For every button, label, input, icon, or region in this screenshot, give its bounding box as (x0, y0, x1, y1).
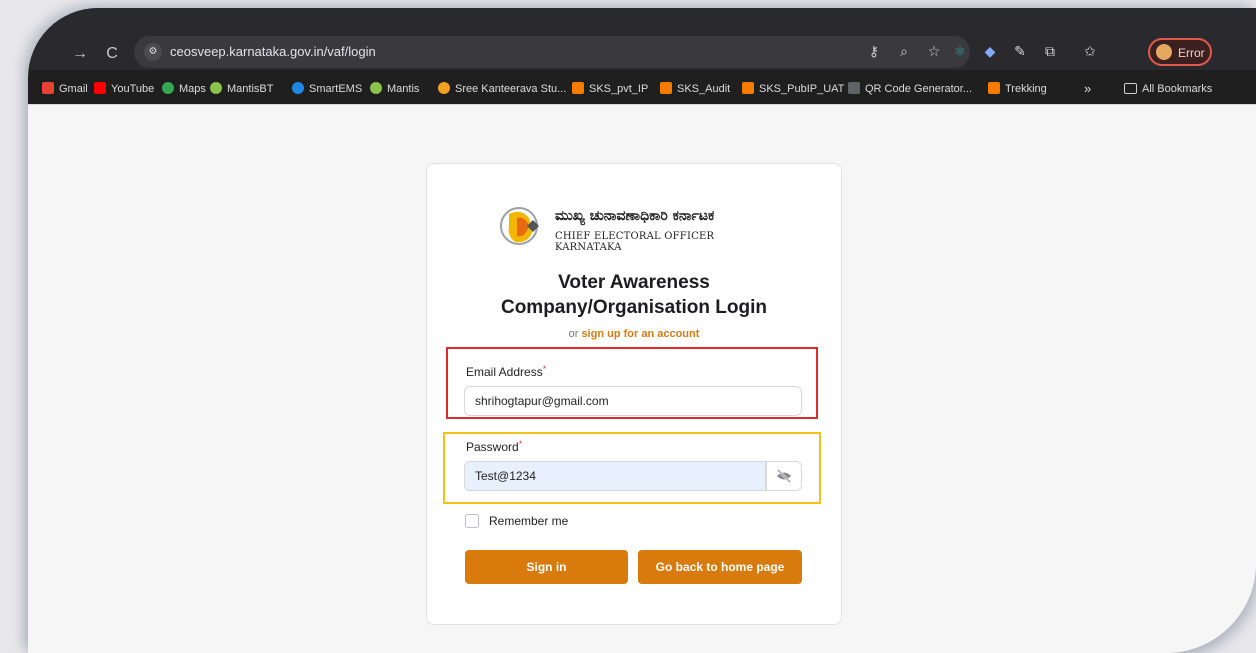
extension-react-icon[interactable]: ⚛ (950, 42, 970, 62)
login-card: ಮುಖ್ಯ ಚುನಾವಣಾಧಿಕಾರಿ ಕರ್ನಾಟಕ CHIEF ELECTO… (426, 163, 842, 625)
bookmark-label: SmartEMS (309, 83, 363, 95)
signup-line: or sign up for an account (427, 328, 841, 340)
qr-code-icon (848, 82, 860, 94)
or-text: or (568, 328, 579, 340)
reload-icon[interactable]: C (100, 42, 124, 66)
eye-slash-icon (777, 469, 791, 483)
logo-english-text: CHIEF ELECTORAL OFFICER KARNATAKA (555, 231, 715, 253)
address-bar-row: → C ⚙ ceosveep.karnataka.gov.in/vaf/logi… (28, 8, 1256, 70)
bookmarks-star-icon[interactable]: ✩ (1080, 42, 1100, 62)
bookmark-item[interactable]: Mantis (370, 80, 419, 98)
error-label: Error (1178, 46, 1205, 60)
home-page-button[interactable]: Go back to home page (638, 550, 802, 584)
bookmark-item[interactable]: SmartEMS (292, 80, 362, 98)
gmail-icon (42, 82, 54, 94)
screenshot-frame: → C ⚙ ceosveep.karnataka.gov.in/vaf/logi… (28, 8, 1256, 653)
title-line-2: Company/Organisation Login (500, 297, 767, 318)
bookmark-label: SKS_PubIP_UAT (759, 83, 845, 95)
bookmark-label: Trekking (1005, 83, 1047, 95)
bookmark-item[interactable]: MantisBT (210, 80, 273, 98)
bookmark-item[interactable]: Sree Kanteerava Stu... (438, 80, 566, 98)
more-bookmarks-button[interactable]: » (1084, 80, 1091, 98)
maps-icon (162, 82, 174, 94)
stadium-icon (438, 82, 450, 94)
bookmark-label: All Bookmarks (1142, 83, 1213, 95)
remember-me-label: Remember me (489, 514, 569, 528)
profile-error-chip[interactable]: Error (1148, 38, 1212, 66)
bookmark-star-icon[interactable]: ☆ (924, 42, 944, 62)
bookmark-item[interactable]: QR Code Generator... (848, 80, 972, 98)
smartems-icon (292, 82, 304, 94)
bookmark-item[interactable]: SKS_Audit (660, 80, 730, 98)
all-bookmarks-button[interactable]: All Bookmarks (1124, 80, 1212, 98)
email-label: Email Address* (466, 364, 546, 379)
bookmark-label: Gmail (59, 83, 88, 95)
sign-in-button[interactable]: Sign in (465, 550, 628, 584)
password-label-text: Password (466, 440, 519, 454)
bookmark-item[interactable]: Gmail (42, 80, 88, 98)
required-mark: * (542, 364, 547, 374)
bookmark-label: Sree Kanteerava Stu... (455, 83, 567, 95)
bookmark-label: QR Code Generator... (865, 83, 972, 95)
bookmark-item[interactable]: Maps (162, 80, 206, 98)
bookmark-label: MantisBT (227, 83, 274, 95)
xampp-icon (660, 82, 672, 94)
xampp-icon (988, 82, 1000, 94)
folder-icon (1124, 83, 1137, 94)
page-title: Voter Awareness Company/Organisation Log… (427, 270, 841, 320)
zoom-icon[interactable]: ⌕ (894, 42, 914, 62)
email-label-text: Email Address (466, 365, 543, 379)
bookmark-label: Maps (179, 83, 206, 95)
mantis-icon (370, 82, 382, 94)
xampp-icon (572, 82, 584, 94)
ceo-logo: ಮುಖ್ಯ ಚುನಾವಣಾಧಿಕಾರಿ ಕರ್ನಾಟಕ CHIEF ELECTO… (499, 202, 779, 253)
extensions-puzzle-icon[interactable]: ⧉ (1040, 42, 1060, 62)
email-field[interactable]: shrihogtapur@gmail.com (464, 386, 802, 416)
extension-diamond-icon[interactable]: ◆ (980, 42, 1000, 62)
youtube-icon (94, 82, 106, 94)
title-line-1: Voter Awareness (558, 272, 710, 293)
browser-chrome: → C ⚙ ceosveep.karnataka.gov.in/vaf/logi… (28, 8, 1256, 104)
bookmark-label: YouTube (111, 83, 155, 95)
bookmarks-bar: Gmail YouTube Maps MantisBT SmartEMS Man… (28, 74, 1256, 104)
password-key-icon[interactable]: ⚷ (864, 42, 884, 62)
mantis-icon (210, 82, 222, 94)
password-label: Password* (466, 439, 522, 454)
bookmark-item[interactable]: Trekking (988, 80, 1047, 98)
bookmark-label: SKS_pvt_IP (589, 83, 649, 95)
page-content: ಮುಖ್ಯ ಚುನಾವಣಾಧಿಕಾರಿ ಕರ್ನಾಟಕ CHIEF ELECTO… (28, 104, 1256, 653)
bookmark-item[interactable]: SKS_PubIP_UAT (742, 80, 844, 98)
bookmark-label: SKS_Audit (677, 83, 731, 95)
bookmark-item[interactable]: YouTube (94, 80, 154, 98)
bookmark-label: Mantis (387, 83, 420, 95)
bookmark-item[interactable]: SKS_pvt_IP (572, 80, 648, 98)
avatar (1156, 44, 1172, 60)
site-info-icon[interactable]: ⚙ (144, 43, 162, 61)
signup-link[interactable]: sign up for an account (581, 328, 699, 340)
ceo-emblem-icon (500, 207, 539, 245)
password-field[interactable]: Test@1234 (464, 461, 766, 491)
url-text[interactable]: ceosveep.karnataka.gov.in/vaf/login (170, 44, 376, 59)
required-mark: * (518, 439, 523, 449)
omnibox[interactable]: ⚙ ceosveep.karnataka.gov.in/vaf/login ⚷ … (134, 36, 970, 68)
extension-pen-icon[interactable]: ✎ (1010, 42, 1030, 62)
logo-kannada-text: ಮುಖ್ಯ ಚುನಾವಣಾಧಿಕಾರಿ ಕರ್ನಾಟಕ (555, 208, 715, 224)
remember-me-checkbox[interactable] (465, 514, 479, 528)
xampp-icon (742, 82, 754, 94)
forward-icon[interactable]: → (68, 42, 92, 66)
toggle-password-button[interactable] (766, 461, 802, 491)
